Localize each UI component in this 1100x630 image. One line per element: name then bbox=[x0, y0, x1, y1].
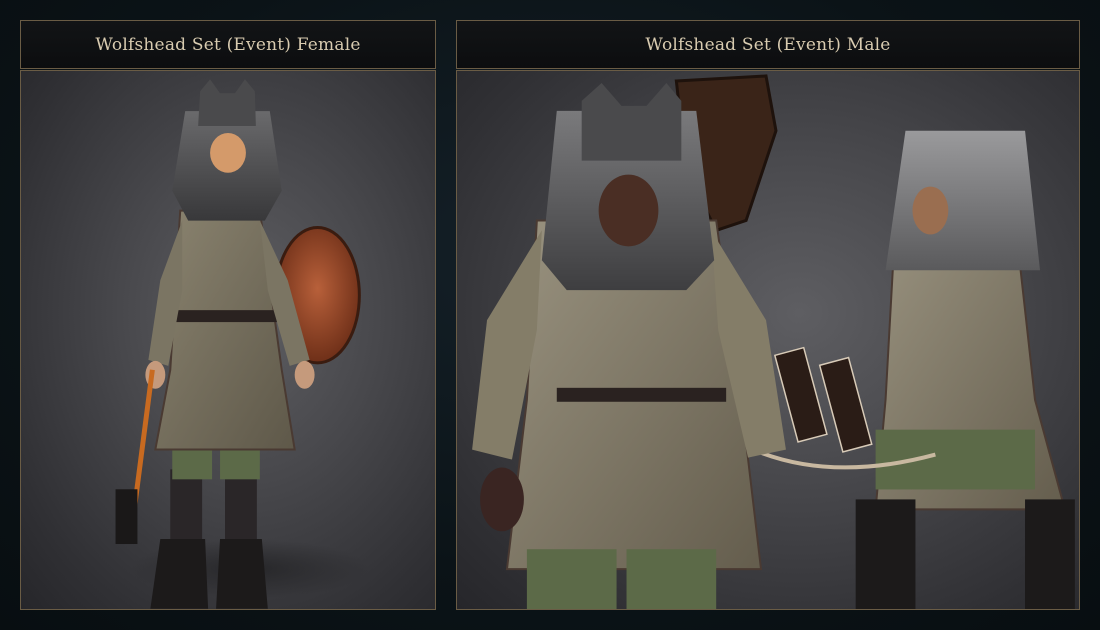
female-panel: Wolfshead Set (Event) Female bbox=[20, 20, 436, 610]
female-panel-title: Wolfshead Set (Event) Female bbox=[95, 34, 361, 55]
male-characters-render bbox=[456, 70, 1080, 610]
male-panel-title-bar: Wolfshead Set (Event) Male bbox=[456, 20, 1080, 69]
male-panel: Wolfshead Set (Event) Male bbox=[456, 20, 1080, 610]
male-panel-title: Wolfshead Set (Event) Male bbox=[645, 34, 891, 55]
female-character-illustration bbox=[115, 79, 370, 609]
female-panel-title-bar: Wolfshead Set (Event) Female bbox=[20, 20, 436, 69]
male-characters-illustration bbox=[472, 74, 1075, 609]
female-character-render bbox=[20, 70, 436, 610]
